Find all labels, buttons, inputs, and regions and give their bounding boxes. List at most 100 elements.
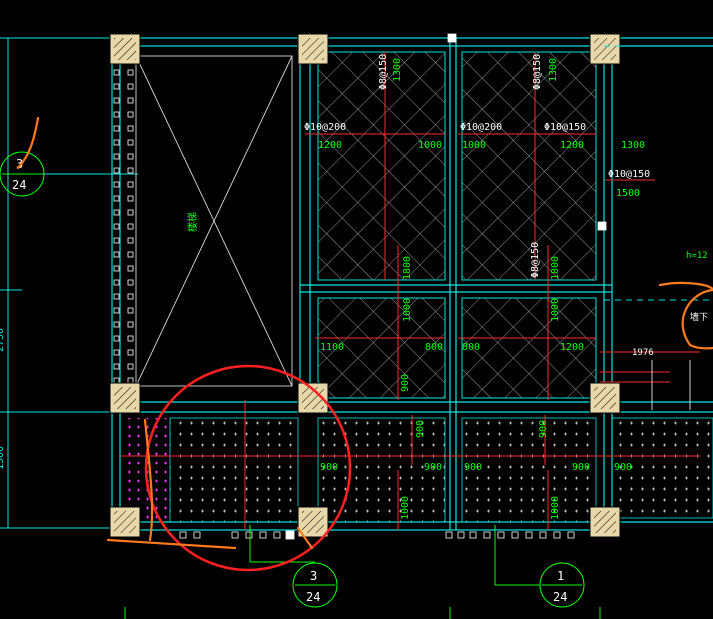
column-hatch (302, 511, 324, 533)
wall-opening-square (469, 531, 477, 539)
dim-1800-a: 1800 (402, 256, 413, 280)
wall-opening-square (113, 125, 120, 132)
rebar-label-1: Φ8@150 (378, 54, 389, 90)
wall-opening-square (127, 125, 134, 132)
column-hatch (594, 511, 616, 533)
dim-1000-b: 1000 (462, 140, 486, 151)
wall-opening-square (539, 531, 547, 539)
svg-text:24: 24 (12, 178, 26, 192)
svg-text:3: 3 (310, 569, 317, 583)
wall-opening-square (259, 531, 267, 539)
dim-900-b: 900 (415, 420, 426, 438)
wall-opening-square (127, 293, 134, 300)
wall-opening-square (457, 531, 465, 539)
wall-opening-square (127, 335, 134, 342)
dim-900-f: 900 (464, 462, 482, 473)
wall-opening-square (127, 97, 134, 104)
dim-900-d: 900 (320, 462, 338, 473)
wall-opening-square (113, 321, 120, 328)
wall-opening-square (231, 531, 239, 539)
svg-text:1: 1 (557, 569, 564, 583)
slab-crosshatch-panels (317, 51, 597, 399)
marker-square (447, 33, 457, 43)
section-mark-left: 3 24 (0, 151, 45, 197)
dim-1200-c: 1200 (560, 342, 584, 353)
dim-1800-b: 1800 (550, 256, 561, 280)
wall-opening-square (127, 223, 134, 230)
wall-opening-square (113, 237, 120, 244)
dim-1200-b: 1200 (560, 140, 584, 151)
dim-900-h: 900 (614, 462, 632, 473)
dim-800-b: 800 (462, 342, 480, 353)
svg-text:24: 24 (306, 590, 320, 604)
wall-opening-square (497, 531, 505, 539)
dim-900-a: 900 (400, 374, 411, 392)
dim-1200-a: 1200 (318, 140, 342, 151)
wall-opening-square (127, 265, 134, 272)
column-hatch (114, 38, 136, 60)
wall-opening-square (113, 111, 120, 118)
wall-opening-square (127, 153, 134, 160)
wall-opening-square (113, 251, 120, 258)
dim-800-a: 800 (425, 342, 443, 353)
wall-opening-square (127, 307, 134, 314)
wall-opening-square (245, 531, 253, 539)
wall-opening-square (113, 335, 120, 342)
wall-opening-square (127, 83, 134, 90)
dim-1000-f: 1000 (550, 496, 561, 520)
wall-opening-square (553, 531, 561, 539)
wall-opening-square (445, 531, 453, 539)
rebar-label-3: Φ10@200 (304, 122, 346, 133)
wall-opening-square (113, 167, 120, 174)
dim-1000-a: 1000 (418, 140, 442, 151)
dim-1000-e: 1000 (400, 496, 411, 520)
wall-opening-square (483, 531, 491, 539)
svg-text:1500: 1500 (0, 446, 6, 470)
left-dimension-lines (0, 37, 138, 529)
column-hatch (594, 38, 616, 60)
wall-opening-square (113, 223, 120, 230)
rebar-label-6: Φ10@150 (608, 169, 650, 180)
svg-text:24: 24 (553, 590, 567, 604)
wall-opening-square (179, 531, 187, 539)
dim-1300-c: 1300 (621, 140, 645, 151)
wall-opening-square (113, 265, 120, 272)
wall-opening-square (113, 349, 120, 356)
wall-opening-square (113, 377, 120, 384)
wall-opening-square (113, 181, 120, 188)
wall-opening-square (127, 69, 134, 76)
dim-900-c: 900 (538, 420, 549, 438)
dim-900-g: 900 (572, 462, 590, 473)
column-hatch (302, 38, 324, 60)
left-dimension-text: 2750 1500 (0, 328, 6, 470)
dim-1000-c: 1000 (402, 298, 413, 322)
wall-opening-square (127, 209, 134, 216)
column-hatch (114, 511, 136, 533)
rebar-label-2: Φ8@150 (532, 54, 543, 90)
wall-opening-square (127, 167, 134, 174)
column-hatch (114, 387, 136, 409)
wall-opening-square (127, 349, 134, 356)
wall-opening-square (127, 195, 134, 202)
wall-opening-square (113, 139, 120, 146)
wall-opening-square (511, 531, 519, 539)
wall-opening-square (113, 279, 120, 286)
stair-opening (135, 55, 293, 387)
wall-opening-square (127, 377, 134, 384)
wall-opening-square (127, 237, 134, 244)
dim-1000-d: 1000 (550, 298, 561, 322)
wall-opening-square (127, 279, 134, 286)
column-hatch (594, 387, 616, 409)
wall-opening-square (273, 531, 281, 539)
dim-1300-b: 1300 (548, 58, 559, 82)
dim-1300-a: 1300 (392, 58, 403, 82)
bottom-ticks (124, 607, 601, 619)
rebar-label-5: Φ10@150 (544, 122, 586, 133)
section-mark-bottom-2: 1 24 (494, 525, 585, 608)
wall-opening-square (127, 321, 134, 328)
cad-drawing-canvas: 2750 1500 Φ8@150 Φ8@150 Φ10@200 Φ10@200 … (0, 33, 713, 619)
wall-opening-square (113, 83, 120, 90)
wall-opening-square (127, 111, 134, 118)
wall-opening-square (113, 195, 120, 202)
wall-opening-square (193, 531, 201, 539)
